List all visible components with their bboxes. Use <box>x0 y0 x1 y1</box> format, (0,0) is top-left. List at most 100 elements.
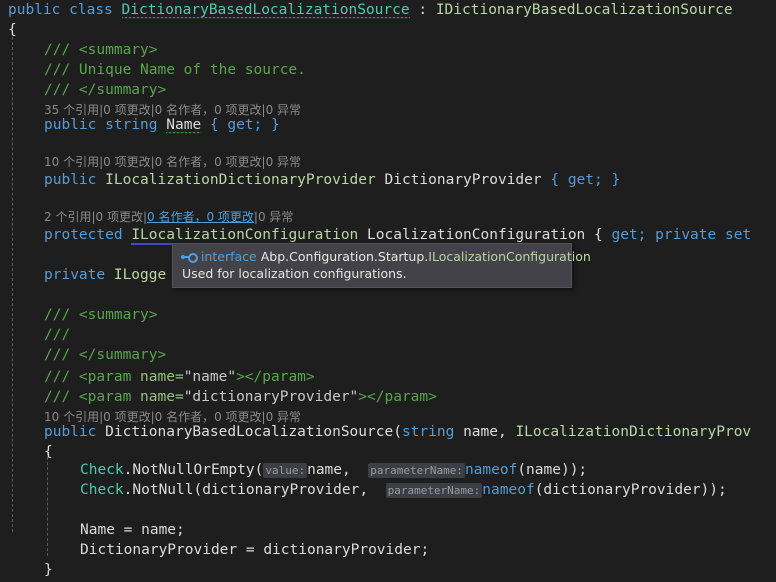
assignment-name: Name = name; <box>80 522 185 538</box>
xml-doc-summary-close: /// </summary> <box>44 347 167 363</box>
tooltip-keyword-interface: interface <box>201 249 257 264</box>
accessor-get: get; <box>611 227 647 243</box>
xml-tag-param-close: ></param> <box>358 389 437 405</box>
accessor-private-set: private set <box>646 227 752 243</box>
code-line-summary-text-1: /// Unique Name of the source. <box>44 60 776 80</box>
xml-attr-name: name= <box>140 389 184 405</box>
code-line-summary-open-2: /// <summary> <box>44 305 776 325</box>
indent-guide-level1 <box>12 32 14 532</box>
assignment-dictionaryprovider: DictionaryProvider = dictionaryProvider; <box>80 542 430 558</box>
close-brace: } <box>44 562 53 578</box>
keyword-public: public <box>44 424 97 440</box>
keyword-protected: protected <box>44 227 123 243</box>
code-line-localizationconfiguration-property[interactable]: protected ILocalizationConfiguration Loc… <box>44 225 776 245</box>
code-line-constructor-signature[interactable]: public DictionaryBasedLocalizationSource… <box>44 422 776 442</box>
codelens-references[interactable]: 2 个引用 <box>44 210 91 224</box>
interface-icon <box>181 251 198 263</box>
codelens-changes[interactable]: 0 项更改 <box>103 155 150 169</box>
colon-separator: : <box>409 2 436 18</box>
nameof-argument: (dictionaryProvider)); <box>534 482 727 498</box>
code-line-check-notnull[interactable]: Check.NotNull(dictionaryProvider, parame… <box>80 480 776 500</box>
constructor-name[interactable]: DictionaryBasedLocalizationSource <box>105 424 393 440</box>
keyword-public: public <box>44 117 97 133</box>
xml-tag-param-close: ></param> <box>236 369 315 385</box>
code-line-summary-close-1: /// </summary> <box>44 80 776 100</box>
codelens-changes[interactable]: 0 项更改 <box>96 210 143 224</box>
code-line-check-notnullorempty[interactable]: Check.NotNullOrEmpty(value: name, paramet… <box>80 460 776 480</box>
open-brace: { <box>8 22 17 38</box>
code-line-constructor-open-brace: { <box>44 442 776 462</box>
property-accessors: { get; } <box>201 117 280 133</box>
keyword-private: private <box>44 267 106 283</box>
xml-doc-summary-open: /// <summary> <box>44 307 158 323</box>
accessor-open-brace: { <box>585 227 612 243</box>
codelens-exceptions[interactable]: 0 异常 <box>258 210 293 224</box>
nameof-argument: (name)); <box>517 462 588 478</box>
codelens-authors[interactable]: 0 名作者，0 项更改 <box>155 155 262 169</box>
xml-doc-slashes: /// <box>44 369 79 385</box>
param-type-ilocalizationdictionaryprovider[interactable]: ILocalizationDictionaryProv <box>515 424 751 440</box>
quick-info-tooltip: interface Abp.Configuration.Startup. ILoca… <box>172 243 591 288</box>
tooltip-description: Used for localization configurations. <box>182 266 407 281</box>
param-type-string: string <box>401 424 455 440</box>
xml-tag-param-open: <param <box>78 389 141 405</box>
xml-attr-name: name= <box>140 369 184 385</box>
xml-doc-summary-close: /// </summary> <box>44 82 167 98</box>
type-ilogger[interactable]: ILogge <box>114 267 166 283</box>
xml-attr-value: "name" <box>183 369 237 385</box>
type-name-dictionarybasedlocalizationsource[interactable]: DictionaryBasedLocalizationSource <box>122 2 410 18</box>
code-line-summary-open-1: /// <summary> <box>44 40 776 60</box>
open-paren: ( <box>393 424 402 440</box>
tooltip-namespace: Abp.Configuration.Startup. <box>260 249 429 264</box>
inline-hint-parametername: parameterName: <box>385 483 483 498</box>
open-paren: ( <box>193 482 203 498</box>
method-notnullorempty[interactable]: NotNullOrEmpty <box>132 462 254 478</box>
code-line-dictionaryprovider-property[interactable]: public ILocalizationDictionaryProvider D… <box>44 170 776 190</box>
method-notnull[interactable]: NotNull <box>132 482 193 498</box>
keyword-class: class <box>69 2 113 18</box>
class-check[interactable]: Check <box>80 482 124 498</box>
type-ilocalizationdictionaryprovider[interactable]: ILocalizationDictionaryProvider <box>105 172 376 188</box>
code-editor[interactable]: public class DictionaryBasedLocalization… <box>0 0 776 582</box>
codelens-localizationconfiguration-property[interactable]: 2 个引用|0 项更改|0 名作者，0 项更改|0 异常 <box>44 207 776 227</box>
xml-doc-slashes: /// <box>44 389 79 405</box>
base-interface-idictionarybasedlocalizationsource[interactable]: IDictionaryBasedLocalizationSource <box>436 2 733 18</box>
indent-guide-level2 <box>47 452 49 556</box>
code-line-assign-dictionaryprovider[interactable]: DictionaryProvider = dictionaryProvider; <box>80 540 776 560</box>
code-line-class-declaration[interactable]: public class DictionaryBasedLocalization… <box>8 0 776 20</box>
code-line-class-open-brace: { <box>8 20 776 40</box>
xml-doc-blank: /// <box>44 327 71 343</box>
xml-doc-summary-open: /// <summary> <box>44 42 158 58</box>
keyword-nameof: nameof <box>464 462 518 478</box>
code-line-assign-name[interactable]: Name = name; <box>80 520 776 540</box>
codelens-authors-hovered[interactable]: 0 名作者，0 项更改 <box>147 210 254 224</box>
inline-hint-value: value: <box>263 463 308 478</box>
keyword-public: public <box>8 2 61 18</box>
code-line-param-dictionaryprovider: /// <param name="dictionaryProvider"></p… <box>44 387 776 407</box>
param-name-name: name, <box>454 424 516 440</box>
keyword-string: string <box>105 117 158 133</box>
tooltip-signature-row: interface Abp.Configuration.Startup. ILoca… <box>181 248 591 265</box>
code-line-name-property[interactable]: public string Name { get; } <box>44 115 776 135</box>
argument-name: name, <box>307 462 360 478</box>
keyword-nameof: nameof <box>482 482 535 498</box>
class-check[interactable]: Check <box>80 462 124 478</box>
tooltip-type-name: ILocalizationConfiguration <box>428 249 591 264</box>
property-dictionaryprovider[interactable]: DictionaryProvider <box>384 172 541 188</box>
property-name[interactable]: Name <box>166 117 201 133</box>
xml-doc-summary-text: /// Unique Name of the source. <box>44 62 306 78</box>
code-line-summary-blank-2: /// <box>44 325 776 345</box>
xml-tag-param-open: <param <box>78 369 141 385</box>
code-line-constructor-close-brace: } <box>44 560 776 580</box>
codelens-dictionaryprovider-property[interactable]: 10 个引用|0 项更改|0 名作者，0 项更改|0 异常 <box>44 152 776 172</box>
xml-attr-value: "dictionaryProvider" <box>183 389 359 405</box>
inline-hint-parametername: parameterName: <box>368 463 465 478</box>
argument-dictionaryprovider: dictionaryProvider, <box>202 482 377 498</box>
property-localizationconfiguration[interactable]: LocalizationConfiguration <box>367 227 585 243</box>
codelens-exceptions[interactable]: 0 异常 <box>266 155 301 169</box>
codelens-references[interactable]: 10 个引用 <box>44 155 99 169</box>
property-accessors: { get; } <box>541 172 621 188</box>
open-brace: { <box>44 444 53 460</box>
code-line-summary-close-2: /// </summary> <box>44 345 776 365</box>
code-line-param-name: /// <param name="name"></param> <box>44 367 776 387</box>
